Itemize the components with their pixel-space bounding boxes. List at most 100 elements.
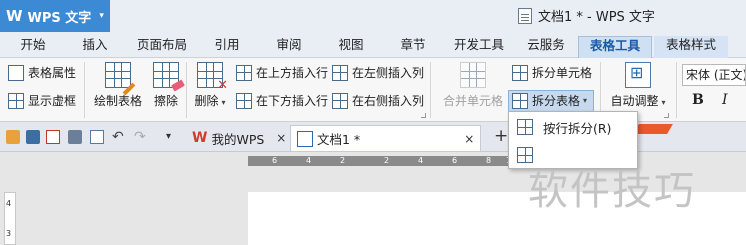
close-icon[interactable]: ×: [276, 131, 286, 145]
insert-col-left-button[interactable]: 在左侧插入列: [332, 64, 424, 81]
insert-col-right-button[interactable]: 在右侧插入列: [332, 92, 424, 109]
dialog-launcher-icon[interactable]: [421, 113, 426, 118]
insert-row-below-icon: [236, 92, 252, 109]
new-tab-icon[interactable]: +: [494, 126, 508, 146]
tab-my-wps[interactable]: W 我的WPS ×: [186, 125, 292, 151]
chevron-down-icon: ▾: [99, 11, 104, 21]
insert-col-left-label: 在左侧插入列: [352, 66, 425, 80]
tab-cloud[interactable]: 云服务: [524, 36, 568, 58]
insert-row-above-label: 在上方插入行: [256, 66, 329, 80]
app-name: WPS 文字: [27, 10, 92, 26]
split-cells-button[interactable]: 拆分单元格: [512, 64, 592, 81]
customize-toolbar-icon[interactable]: ▾: [166, 130, 180, 144]
erase-label: 擦除: [153, 94, 178, 108]
merge-cells-button[interactable]: 合并单元格: [440, 62, 506, 109]
split-cells-icon: [512, 64, 528, 81]
tab-home[interactable]: 开始: [18, 36, 48, 58]
ruler-mark: 2: [340, 156, 346, 165]
divider: [600, 62, 601, 118]
eraser-icon: [153, 62, 179, 88]
wps-logo-icon: W: [192, 130, 208, 146]
split-table-label: 拆分表格: [532, 94, 581, 108]
table-properties-icon: [8, 64, 24, 81]
ruler-mark: 6: [452, 156, 458, 165]
show-gridlines-label: 显示虚框: [28, 94, 77, 108]
tab-table-tools[interactable]: 表格工具: [578, 36, 652, 58]
chevron-down-icon: ▾: [221, 98, 226, 107]
tab-developer[interactable]: 开发工具: [452, 36, 506, 58]
window-title: 文档1 * - WPS 文字: [518, 6, 655, 25]
insert-row-below-button[interactable]: 在下方插入行: [236, 92, 328, 109]
tab-references[interactable]: 引用: [212, 36, 242, 58]
merge-cells-label: 合并单元格: [442, 94, 503, 108]
document-icon: [297, 130, 313, 147]
ruler-mark: 4: [418, 156, 424, 165]
delete-button[interactable]: 删除▾: [190, 62, 230, 109]
merge-cells-icon: [460, 62, 486, 88]
chevron-down-icon: ▾: [661, 98, 666, 107]
gridlines-icon: [8, 92, 24, 109]
vertical-ruler[interactable]: 4 3: [4, 192, 16, 245]
font-name-select[interactable]: 宋体 (正文): [682, 64, 746, 86]
split-by-row-item[interactable]: 按行拆分(R): [509, 114, 637, 140]
insert-row-below-label: 在下方插入行: [256, 94, 329, 108]
divider: [84, 62, 85, 118]
delete-label: 删除: [194, 94, 219, 108]
divider: [430, 62, 431, 118]
table-properties-button[interactable]: 表格属性: [8, 64, 76, 81]
tab-sections[interactable]: 章节: [398, 36, 428, 58]
split-cells-label: 拆分单元格: [532, 66, 593, 80]
insert-row-above-button[interactable]: 在上方插入行: [236, 64, 328, 81]
ruler-mark: 2: [384, 156, 390, 165]
wps-logo-icon: W: [6, 7, 23, 25]
save-icon[interactable]: [26, 130, 40, 144]
chevron-down-icon: ▾: [583, 96, 588, 105]
tab-document1-label: 文档1 *: [317, 132, 361, 147]
tab-view[interactable]: 视图: [336, 36, 366, 58]
decorative-orange-tab: [633, 124, 673, 134]
window-title-text: 文档1 * - WPS 文字: [538, 10, 655, 25]
print-preview-icon[interactable]: [90, 130, 104, 144]
tab-table-style[interactable]: 表格样式: [654, 36, 728, 58]
ruler-mark: 4: [306, 156, 312, 165]
insert-col-left-icon: [332, 64, 348, 81]
tab-my-wps-label: 我的WPS: [211, 131, 265, 147]
split-by-row-icon: [517, 119, 533, 135]
bold-button[interactable]: B: [692, 92, 704, 108]
split-by-row-label: 按行拆分(R): [543, 120, 612, 136]
export-pdf-icon[interactable]: [46, 130, 60, 144]
tab-document1[interactable]: 文档1 * ×: [290, 125, 482, 151]
insert-row-above-icon: [236, 64, 252, 81]
ribbon-tabs: 开始 插入 页面布局 引用 审阅 视图 章节 开发工具 云服务 表格工具 表格样…: [0, 32, 746, 58]
show-gridlines-button[interactable]: 显示虚框: [8, 92, 76, 109]
tab-review[interactable]: 审阅: [274, 36, 304, 58]
redo-icon[interactable]: ↷: [134, 130, 148, 144]
ruler-mark: 4: [6, 199, 12, 208]
insert-col-right-label: 在右侧插入列: [352, 94, 425, 108]
dialog-launcher-icon[interactable]: [664, 113, 669, 118]
undo-icon[interactable]: ↶: [112, 130, 126, 144]
close-icon[interactable]: ×: [464, 132, 474, 146]
document-icon: [518, 7, 532, 24]
tab-insert[interactable]: 插入: [80, 36, 110, 58]
tab-page-layout[interactable]: 页面布局: [136, 36, 188, 58]
horizontal-ruler[interactable]: 6 4 2 2 4 6 8 10: [248, 156, 518, 166]
title-bar: W WPS 文字 ▾ 文档1 * - WPS 文字: [0, 0, 746, 32]
ruler-mark: 8: [486, 156, 492, 165]
draw-table-button[interactable]: 绘制表格: [92, 62, 144, 109]
print-icon[interactable]: [68, 130, 82, 144]
insert-col-right-icon: [332, 92, 348, 109]
auto-fit-button[interactable]: 自动调整▾: [606, 62, 670, 109]
draw-table-icon: [105, 62, 131, 88]
split-table-button[interactable]: 拆分表格 ▾: [512, 92, 587, 109]
draw-table-label: 绘制表格: [93, 94, 142, 108]
divider: [186, 62, 187, 118]
open-folder-icon[interactable]: [6, 130, 20, 144]
erase-button[interactable]: 擦除: [148, 62, 184, 109]
watermark-text: 软件技巧: [528, 168, 696, 214]
ruler-mark: 3: [6, 229, 12, 238]
italic-button[interactable]: I: [722, 92, 728, 108]
ruler-mark: 6: [272, 156, 278, 165]
auto-fit-icon: [625, 62, 651, 88]
app-menu-button[interactable]: W WPS 文字 ▾: [0, 0, 110, 32]
